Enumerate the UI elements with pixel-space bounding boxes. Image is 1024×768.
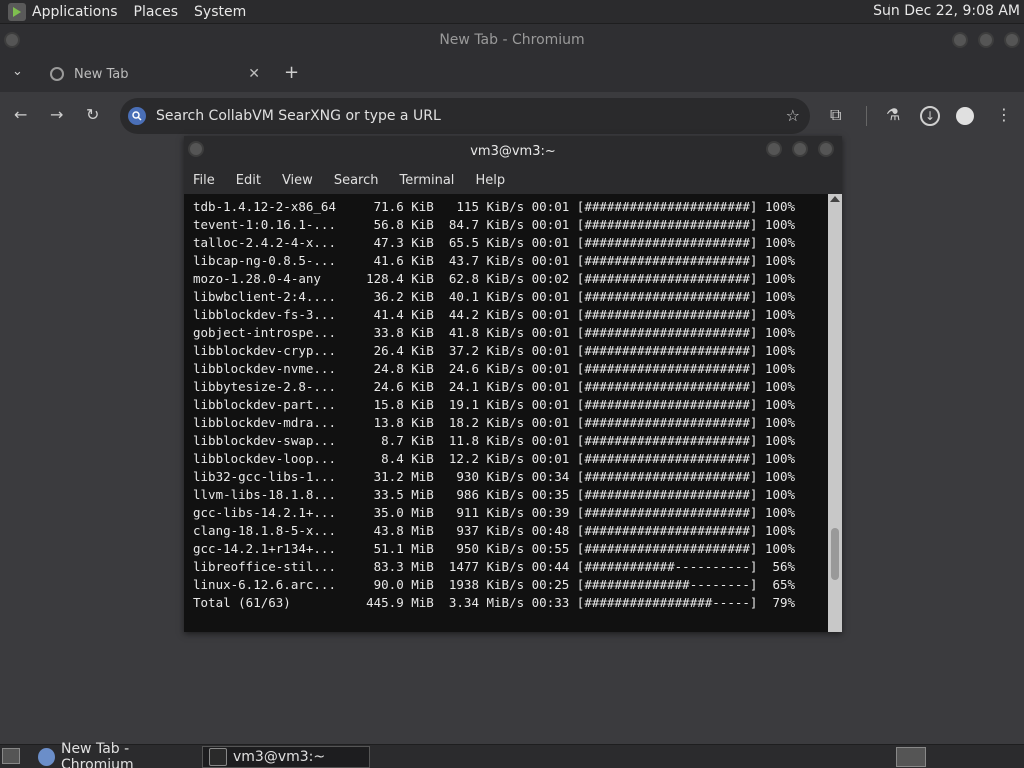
terminal-line: libblockdev-mdra... 13.8 KiB 18.2 KiB/s …: [193, 415, 796, 430]
applications-menu[interactable]: Applications: [32, 4, 118, 20]
window-menu-button[interactable]: [4, 32, 20, 48]
reload-icon[interactable]: ↻: [86, 105, 99, 124]
terminal-maximize-button[interactable]: [792, 141, 808, 157]
menu-search[interactable]: Search: [334, 173, 379, 188]
terminal-close-button[interactable]: [818, 141, 834, 157]
tab-close-icon[interactable]: ✕: [248, 66, 260, 82]
menu-help[interactable]: Help: [475, 173, 505, 188]
chromium-window-title: New Tab - Chromium: [439, 32, 585, 48]
terminal-line: libbytesize-2.8-... 24.6 KiB 24.1 KiB/s …: [193, 379, 796, 394]
terminal-title: vm3@vm3:~: [470, 143, 556, 159]
tab-search-chevron-icon[interactable]: ⌄: [12, 64, 23, 79]
star-icon[interactable]: ☆: [786, 106, 800, 125]
terminal-line: gobject-introspe... 33.8 KiB 41.8 KiB/s …: [193, 325, 796, 340]
chromium-icon: [38, 748, 55, 766]
terminal-line: libblockdev-loop... 8.4 KiB 12.2 KiB/s 0…: [193, 451, 796, 466]
system-menu[interactable]: System: [194, 4, 246, 20]
back-icon[interactable]: ←: [14, 105, 27, 124]
top-panel: Applications Places System Sun Dec 22, 9…: [0, 0, 1024, 24]
taskbar-item-chromium[interactable]: New Tab - Chromium: [32, 741, 198, 768]
menu-view[interactable]: View: [282, 173, 313, 188]
maximize-button[interactable]: [978, 32, 994, 48]
terminal-output[interactable]: tdb-1.4.12-2-x86_64 71.6 KiB 115 KiB/s 0…: [184, 194, 828, 632]
forward-icon[interactable]: →: [50, 105, 63, 124]
toolbar-separator: [866, 106, 867, 126]
terminal-minimize-button[interactable]: [766, 141, 782, 157]
terminal-scrollbar[interactable]: [828, 194, 842, 632]
terminal-window: vm3@vm3:~ File Edit View Search Terminal…: [184, 136, 842, 632]
tab-label: New Tab: [74, 66, 129, 82]
terminal-line: libblockdev-cryp... 26.4 KiB 37.2 KiB/s …: [193, 343, 796, 358]
taskbar-item-terminal[interactable]: vm3@vm3:~: [202, 746, 370, 768]
browser-toolbar: ← → ↻ Search CollabVM SearXNG or type a …: [0, 92, 1024, 140]
tab-strip: ⌄ New Tab ✕ +: [0, 56, 1024, 92]
terminal-line: lib32-gcc-libs-1... 31.2 MiB 930 KiB/s 0…: [193, 469, 796, 484]
clock[interactable]: Sun Dec 22, 9:08 AM: [873, 3, 1020, 19]
terminal-line: Total (61/63) 445.9 MiB 3.34 MiB/s 00:33…: [193, 595, 796, 610]
show-desktop-icon[interactable]: [2, 748, 20, 764]
bottom-panel: New Tab - Chromium vm3@vm3:~: [0, 741, 1024, 768]
terminal-titlebar[interactable]: vm3@vm3:~: [184, 136, 842, 166]
labs-icon[interactable]: ⚗: [886, 105, 900, 124]
terminal-line: talloc-2.4.2-4-x... 47.3 KiB 65.5 KiB/s …: [193, 235, 796, 250]
terminal-line: gcc-libs-14.2.1+... 35.0 MiB 911 KiB/s 0…: [193, 505, 796, 520]
terminal-line: clang-18.1.8-5-x... 43.8 MiB 937 KiB/s 0…: [193, 523, 796, 538]
chromium-titlebar[interactable]: New Tab - Chromium: [0, 24, 1024, 56]
terminal-line: linux-6.12.6.arc... 90.0 MiB 1938 KiB/s …: [193, 577, 796, 592]
scroll-up-arrow-icon[interactable]: [830, 196, 840, 202]
applications-logo-icon[interactable]: [8, 2, 26, 21]
terminal-line: libblockdev-part... 15.8 KiB 19.1 KiB/s …: [193, 397, 796, 412]
close-button[interactable]: [1004, 32, 1020, 48]
new-tab-button[interactable]: +: [284, 62, 299, 83]
terminal-icon: [209, 748, 227, 766]
terminal-menubar: File Edit View Search Terminal Help: [184, 166, 842, 194]
download-icon[interactable]: ↓: [920, 106, 940, 126]
omnibox[interactable]: Search CollabVM SearXNG or type a URL ☆: [120, 98, 810, 134]
terminal-line: gcc-14.2.1+r134+... 51.1 MiB 950 KiB/s 0…: [193, 541, 796, 556]
minimize-button[interactable]: [952, 32, 968, 48]
scrollbar-thumb[interactable]: [831, 528, 839, 580]
terminal-line: libblockdev-fs-3... 41.4 KiB 44.2 KiB/s …: [193, 307, 796, 322]
terminal-line: mozo-1.28.0-4-any 128.4 KiB 62.8 KiB/s 0…: [193, 271, 796, 286]
search-engine-icon: [128, 107, 146, 125]
menu-file[interactable]: File: [193, 173, 215, 188]
tab-new-tab[interactable]: New Tab ✕: [36, 56, 272, 92]
taskbar-label: New Tab - Chromium: [60, 741, 134, 768]
terminal-line: tdb-1.4.12-2-x86_64 71.6 KiB 115 KiB/s 0…: [193, 199, 796, 214]
terminal-line: libblockdev-swap... 8.7 KiB 11.8 KiB/s 0…: [193, 433, 796, 448]
terminal-line: libblockdev-nvme... 24.8 KiB 24.6 KiB/s …: [193, 361, 796, 376]
terminal-line: llvm-libs-18.1.8... 33.5 MiB 986 KiB/s 0…: [193, 487, 796, 502]
menu-terminal[interactable]: Terminal: [399, 173, 454, 188]
terminal-line: tevent-1:0.16.1-... 56.8 KiB 84.7 KiB/s …: [193, 217, 796, 232]
terminal-window-menu-button[interactable]: [188, 141, 204, 157]
menu-edit[interactable]: Edit: [236, 173, 261, 188]
omnibox-placeholder: Search CollabVM SearXNG or type a URL: [156, 108, 441, 124]
workspace-switcher[interactable]: [896, 747, 926, 767]
menu-icon[interactable]: ⋮: [996, 105, 1012, 124]
terminal-line: libcap-ng-0.8.5-... 41.6 KiB 43.7 KiB/s …: [193, 253, 796, 268]
extensions-icon[interactable]: ⧉: [830, 105, 841, 125]
globe-icon: [50, 67, 64, 81]
terminal-line: libreoffice-stil... 83.3 MiB 1477 KiB/s …: [193, 559, 796, 574]
places-menu[interactable]: Places: [134, 4, 179, 20]
terminal-line: libwbclient-2:4.... 36.2 KiB 40.1 KiB/s …: [193, 289, 796, 304]
taskbar-label: vm3@vm3:~: [233, 749, 326, 765]
profile-icon[interactable]: [956, 107, 974, 125]
